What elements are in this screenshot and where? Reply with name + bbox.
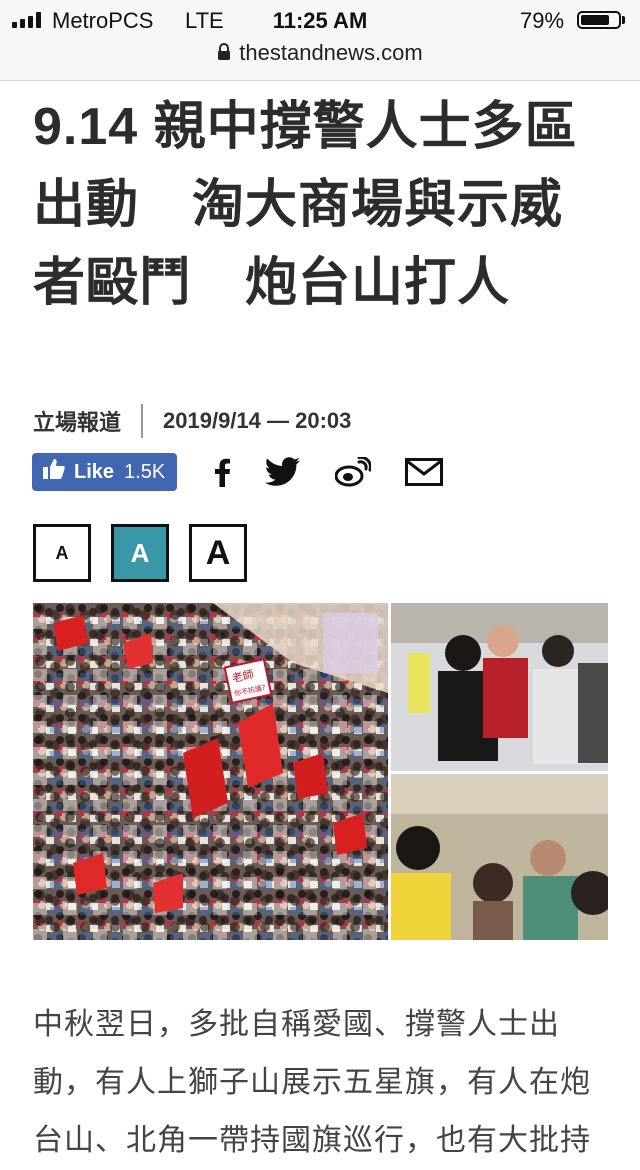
article-body: 中秋翌日，多批自稱愛國、撐警人士出動，有人上獅子山展示五星旗，有人在炮台山、北角… xyxy=(33,1008,591,1157)
email-icon[interactable] xyxy=(405,458,444,486)
twitter-icon[interactable] xyxy=(265,457,301,487)
article-meta: 立場報道 2019/9/14 — 20:03 xyxy=(33,404,351,438)
article-source[interactable]: 立場報道 xyxy=(33,405,121,437)
lock-icon xyxy=(217,41,231,67)
font-size-large-button[interactable]: A xyxy=(189,524,247,582)
weibo-icon[interactable] xyxy=(335,457,372,487)
photo-collage-image: 老師 你不抗議? xyxy=(33,603,615,940)
address-bar[interactable]: thestandnews.com xyxy=(0,40,640,67)
battery-icon xyxy=(577,11,621,29)
like-count: 1.5K xyxy=(124,460,166,483)
article-photo[interactable]: 老師 你不抗議? xyxy=(33,603,615,940)
battery-tip xyxy=(622,16,625,24)
battery-fill xyxy=(581,15,609,25)
article-title: 9.14 親中撐警人士多區出動 淘大商場與示威者毆鬥 炮台山打人 xyxy=(33,98,578,312)
facebook-like-button[interactable]: Like 1.5K xyxy=(32,453,178,491)
like-label: Like xyxy=(74,460,115,483)
share-row: Like 1.5K xyxy=(32,452,444,492)
battery-percent: 79% xyxy=(520,8,565,33)
browser-top-bar: MetroPCS LTE 11:25 AM 79% thestandnews.c… xyxy=(0,0,640,81)
font-size-medium-button[interactable]: A xyxy=(111,524,169,582)
article-datetime: 2019/9/14 — 20:03 xyxy=(163,408,352,433)
url-text: thestandnews.com xyxy=(239,40,423,65)
facebook-icon[interactable] xyxy=(213,457,231,487)
font-size-small-button[interactable]: A xyxy=(33,524,91,582)
meta-divider xyxy=(141,404,144,438)
font-size-controls: A A A xyxy=(33,524,247,582)
status-bar: MetroPCS LTE 11:25 AM 79% xyxy=(0,0,640,40)
thumbs-up-icon xyxy=(42,457,66,487)
